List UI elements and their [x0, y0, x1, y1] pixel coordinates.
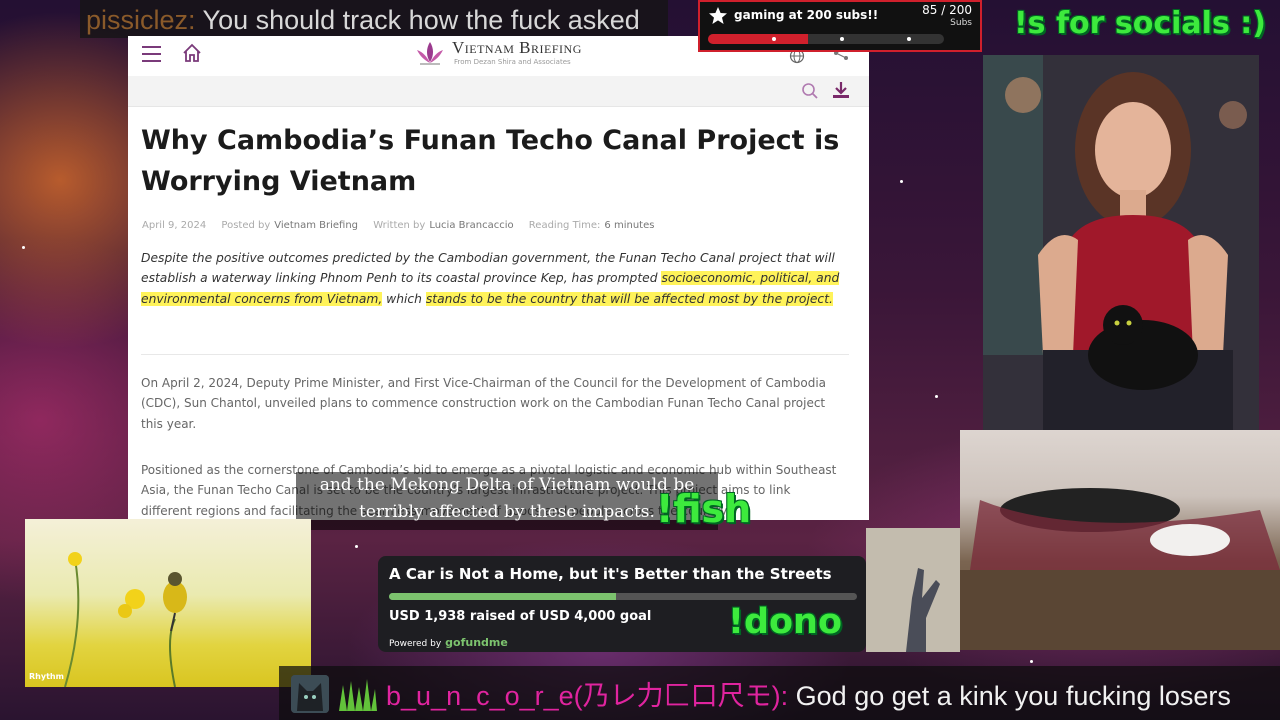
gofundme-title: A Car is Not a Home, but it's Better tha…: [389, 565, 832, 583]
top-chat-message: pissiclez: You should track how the fuck…: [80, 0, 668, 38]
download-icon[interactable]: [831, 80, 851, 100]
home-icon[interactable]: [181, 42, 203, 64]
streamer-camera: [983, 55, 1259, 430]
written-by-value[interactable]: Lucia Brancaccio: [429, 220, 513, 231]
posted-by-label: Posted by: [221, 220, 271, 231]
cat-avatar-icon: [291, 675, 329, 713]
chat-text: You should track how the fuck asked: [195, 5, 640, 35]
lead-highlight: stands to be the country that will be af…: [425, 291, 833, 306]
fish-command-label: !fish: [656, 487, 752, 531]
nature-video: Rhythm: [25, 519, 311, 687]
menu-icon[interactable]: [142, 46, 161, 62]
site-logo-title[interactable]: Vietnam Briefing: [452, 38, 582, 58]
streamer-avatar-image: [983, 55, 1259, 430]
progress-marker: [907, 37, 911, 41]
dono-command-label: !dono: [728, 602, 843, 642]
article-paragraph: On April 2, 2024, Deputy Prime Minister,…: [141, 376, 827, 431]
progress-marker: [772, 37, 776, 41]
gofundme-progress-fill: [389, 593, 616, 600]
subtitle-line: terribly affected by these impacts.: [359, 502, 655, 522]
subtitle-line: and the Mekong Delta of Vietnam would be: [319, 475, 695, 495]
lead-text: which: [382, 291, 426, 306]
star: [22, 246, 25, 249]
article-date: April 9, 2024: [142, 220, 207, 231]
article-toolbar: [128, 76, 869, 107]
gofundme-progress-bar: [389, 593, 857, 600]
star: [935, 395, 938, 398]
sub-goal-unit: Subs: [950, 18, 972, 28]
sub-goal-count: 85 / 200: [922, 3, 972, 17]
written-by-label: Written by: [373, 220, 426, 231]
bird-flowers-image: [64, 552, 187, 687]
room-camera-image: [960, 488, 1280, 650]
browser-page: Vietnam Briefing From Dezan Shira and As…: [128, 36, 869, 520]
written-by: Written by Lucia Brancaccio: [373, 220, 513, 231]
grass-badge-icon: [339, 679, 377, 711]
hand-camera: [866, 528, 960, 652]
gofundme-powered-by: Powered by gofundme: [389, 636, 508, 649]
gofundme-raised: USD 1,938 raised of USD 4,000 goal: [389, 609, 652, 624]
posted-by-value[interactable]: Vietnam Briefing: [274, 220, 358, 231]
gofundme-logo: gofundme: [445, 636, 508, 649]
sub-goal-progress-fill: [708, 34, 809, 44]
lotus-logo-icon: [417, 42, 443, 65]
socials-command-label: !s for socials :): [1014, 6, 1266, 41]
article-title: Why Cambodia’s Funan Techo Canal Project…: [141, 125, 840, 197]
sub-goal-title: gaming at 200 subs!!: [734, 8, 879, 22]
chat-avatar: [291, 675, 329, 713]
sub-goal-widget: gaming at 200 subs!! 85 / 200 Subs: [698, 0, 982, 52]
powered-by-label: Powered by: [389, 639, 442, 649]
posted-by: Posted by Vietnam Briefing: [221, 220, 358, 231]
site-logo-tagline: From Dezan Shira and Associates: [454, 58, 571, 66]
hand-image: [866, 528, 960, 652]
reading-time: Reading Time: 6 minutes: [529, 220, 655, 231]
search-icon[interactable]: [801, 82, 819, 100]
chat-username: b_u_n_c_o_r_e(乃レ力匚口尺モ):: [386, 681, 789, 711]
reading-time-label: Reading Time:: [528, 220, 601, 231]
bottom-chat-message: b_u_n_c_o_r_e(乃レ力匚口尺モ): God go get a kin…: [279, 666, 1280, 720]
star: [900, 180, 903, 183]
star: [355, 545, 358, 548]
reading-time-value: 6 minutes: [604, 220, 655, 231]
room-camera: [960, 430, 1280, 650]
divider: [141, 354, 849, 355]
article-meta: April 9, 2024 Posted by Vietnam Briefing …: [142, 220, 666, 231]
video-subtitle: and the Mekong Delta of Vietnam would be…: [296, 472, 718, 530]
chat-username: pissiclez:: [86, 5, 196, 35]
chat-line: b_u_n_c_o_r_e(乃レ力匚口尺モ): God go get a kin…: [386, 674, 1231, 713]
progress-marker: [840, 37, 844, 41]
article-lead: Despite the positive outcomes predicted …: [141, 248, 856, 309]
chat-text: God go get a kink you fucking losers: [788, 681, 1231, 711]
star: [1030, 660, 1033, 663]
video-watermark: Rhythm: [29, 672, 64, 681]
star-icon: [709, 7, 727, 24]
